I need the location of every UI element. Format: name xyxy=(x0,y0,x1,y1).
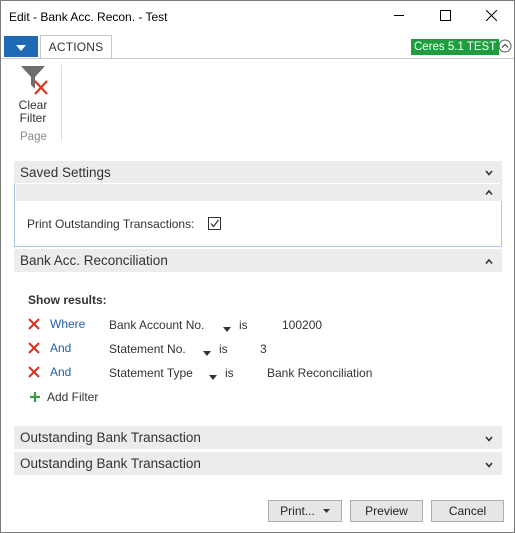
app-menu-button[interactable] xyxy=(4,36,38,57)
filter-field[interactable]: Statement Type xyxy=(109,366,193,380)
window-title: Edit - Bank Acc. Recon. - Test xyxy=(9,10,168,24)
chevron-up-icon xyxy=(484,187,494,197)
minimize-button[interactable] xyxy=(376,1,422,33)
collapse-ribbon-icon[interactable] xyxy=(498,39,512,53)
ribbon-tab-strip: ACTIONS Ceres 5.1 TEST xyxy=(1,34,514,59)
maximize-button[interactable] xyxy=(422,1,468,33)
close-icon xyxy=(485,9,497,24)
filter-connector[interactable]: Where xyxy=(50,317,85,331)
close-button[interactable] xyxy=(468,1,514,33)
print-outstanding-checkbox[interactable] xyxy=(208,217,221,230)
clear-filter-icon xyxy=(12,63,54,99)
outstanding-bank-transaction-header[interactable]: Outstanding Bank Transaction xyxy=(14,452,502,475)
saved-settings-title: Saved Settings xyxy=(20,165,111,180)
remove-filter-icon[interactable] xyxy=(28,318,40,330)
request-page-content: Saved Settings Print Outstanding Transac… xyxy=(1,146,514,532)
reconciliation-title: Bank Acc. Reconciliation xyxy=(20,253,168,268)
saved-settings-panel: Saved Settings Print Outstanding Transac… xyxy=(14,161,502,247)
filter-value[interactable]: Bank Reconciliation xyxy=(267,366,372,380)
ribbon-divider xyxy=(61,65,62,141)
section-title: Outstanding Bank Transaction xyxy=(20,456,201,471)
clear-filter-label-2: Filter xyxy=(19,111,47,125)
add-icon[interactable] xyxy=(29,391,41,403)
print-outstanding-label: Print Outstanding Transactions: xyxy=(27,217,195,231)
saved-settings-header[interactable]: Saved Settings xyxy=(14,161,502,183)
section-title: Outstanding Bank Transaction xyxy=(20,430,201,445)
filter-value[interactable]: 3 xyxy=(260,342,267,356)
cancel-button[interactable]: Cancel xyxy=(431,500,504,522)
dropdown-arrow-icon[interactable] xyxy=(203,346,211,356)
filter-field[interactable]: Bank Account No. xyxy=(109,318,204,332)
chevron-up-icon xyxy=(484,256,494,266)
chevron-down-icon xyxy=(484,167,494,177)
outstanding-bank-transaction-header[interactable]: Outstanding Bank Transaction xyxy=(14,426,502,449)
bank-acc-reconciliation-header[interactable]: Bank Acc. Reconciliation xyxy=(14,249,502,272)
filter-connector[interactable]: And xyxy=(50,341,71,355)
title-bar: Edit - Bank Acc. Recon. - Test xyxy=(1,1,514,33)
filter-operator: is xyxy=(239,318,248,332)
maximize-icon xyxy=(439,10,451,24)
remove-filter-icon[interactable] xyxy=(28,366,40,378)
dropdown-arrow-icon[interactable] xyxy=(209,370,217,380)
preview-button[interactable]: Preview xyxy=(350,500,423,522)
ribbon: Clear Filter Page xyxy=(1,58,514,148)
environment-badge: Ceres 5.1 TEST xyxy=(411,39,500,55)
dropdown-arrow-icon[interactable] xyxy=(223,322,231,332)
filter-operator: is xyxy=(219,342,228,356)
filter-operator: is xyxy=(225,366,234,380)
chevron-down-icon xyxy=(322,508,330,514)
filter-connector[interactable]: And xyxy=(50,365,71,379)
chevron-down-icon xyxy=(484,433,494,443)
clear-filter-button[interactable]: Clear Filter xyxy=(12,63,54,127)
filter-field[interactable]: Statement No. xyxy=(109,342,186,356)
chevron-down-icon xyxy=(16,40,26,54)
add-filter-link[interactable]: Add Filter xyxy=(47,390,98,404)
remove-filter-icon[interactable] xyxy=(28,342,40,354)
minimize-icon xyxy=(393,10,405,24)
chevron-down-icon xyxy=(484,459,494,469)
dialog-window: Edit - Bank Acc. Recon. - Test ACTIONS C… xyxy=(0,0,515,533)
print-button[interactable]: Print... xyxy=(268,500,342,522)
tab-actions[interactable]: ACTIONS xyxy=(40,35,112,59)
show-results-label: Show results: xyxy=(28,293,107,307)
options-subheader[interactable] xyxy=(16,184,502,201)
filter-value[interactable]: 100200 xyxy=(282,318,322,332)
print-button-label: Print... xyxy=(280,504,315,518)
ribbon-group-label: Page xyxy=(20,131,47,143)
